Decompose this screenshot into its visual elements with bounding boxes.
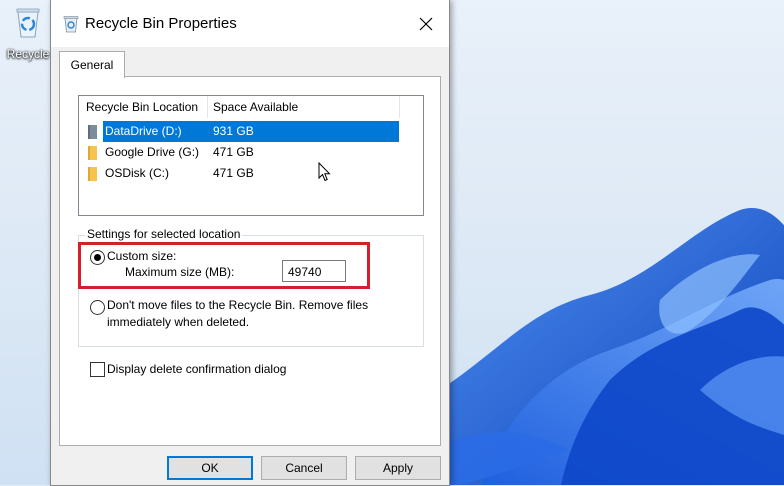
folder-icon (88, 146, 97, 160)
location-name: OSDisk (C:) (105, 166, 169, 180)
location-row-datadrive[interactable]: DataDrive (D:) 931 GB (79, 121, 423, 142)
ok-button[interactable]: OK (167, 456, 253, 480)
drive-icon (88, 125, 97, 139)
tab-general[interactable]: General (59, 51, 125, 78)
close-icon (419, 17, 433, 30)
max-size-input[interactable]: 49740 (282, 260, 346, 282)
settings-legend: Settings for selected location (85, 227, 243, 241)
dialog-title: Recycle Bin Properties (85, 15, 237, 32)
location-list[interactable]: Recycle Bin Location Space Available Dat… (78, 95, 424, 216)
apply-button[interactable]: Apply (355, 456, 441, 480)
location-space: 471 GB (213, 145, 254, 159)
radio-selected-dot (94, 254, 101, 261)
windows-bloom-wallpaper (440, 208, 784, 485)
dont-move-radio[interactable] (90, 300, 105, 315)
column-header-location[interactable]: Recycle Bin Location (86, 96, 198, 118)
dont-move-label-line1[interactable]: Don't move files to the Recycle Bin. Rem… (107, 298, 368, 312)
recycle-bin-properties-dialog: Recycle Bin Properties General Recycle B… (50, 0, 450, 486)
location-name: Google Drive (G:) (105, 145, 200, 159)
location-row-osdisk[interactable]: OSDisk (C:) 471 GB (79, 163, 423, 184)
max-size-label: Maximum size (MB): (125, 265, 235, 279)
custom-size-label[interactable]: Custom size: (107, 249, 176, 263)
confirm-dialog-label[interactable]: Display delete confirmation dialog (107, 362, 286, 376)
recycle-bin-icon (16, 8, 40, 38)
title-bar[interactable]: Recycle Bin Properties (51, 0, 449, 47)
location-row-google-drive[interactable]: Google Drive (G:) 471 GB (79, 142, 423, 163)
location-space: 931 GB (213, 124, 254, 138)
desktop-recycle-bin-label: Recycle (6, 47, 50, 61)
desktop-recycle-bin[interactable]: Recycle (2, 6, 54, 61)
confirm-dialog-checkbox[interactable] (90, 362, 105, 377)
location-name: DataDrive (D:) (105, 124, 182, 138)
general-tab-panel: Recycle Bin Location Space Available Dat… (59, 76, 441, 446)
location-space: 471 GB (213, 166, 254, 180)
mouse-cursor-icon (318, 162, 331, 182)
folder-icon (88, 167, 97, 181)
recycle-bin-title-icon (63, 16, 79, 33)
column-header-space[interactable]: Space Available (213, 96, 298, 118)
column-separator[interactable] (399, 96, 400, 118)
close-button[interactable] (403, 0, 449, 47)
custom-size-radio[interactable] (90, 250, 105, 265)
cancel-button[interactable]: Cancel (261, 456, 347, 480)
dont-move-label-line2[interactable]: immediately when deleted. (107, 315, 249, 329)
column-separator[interactable] (207, 96, 208, 118)
